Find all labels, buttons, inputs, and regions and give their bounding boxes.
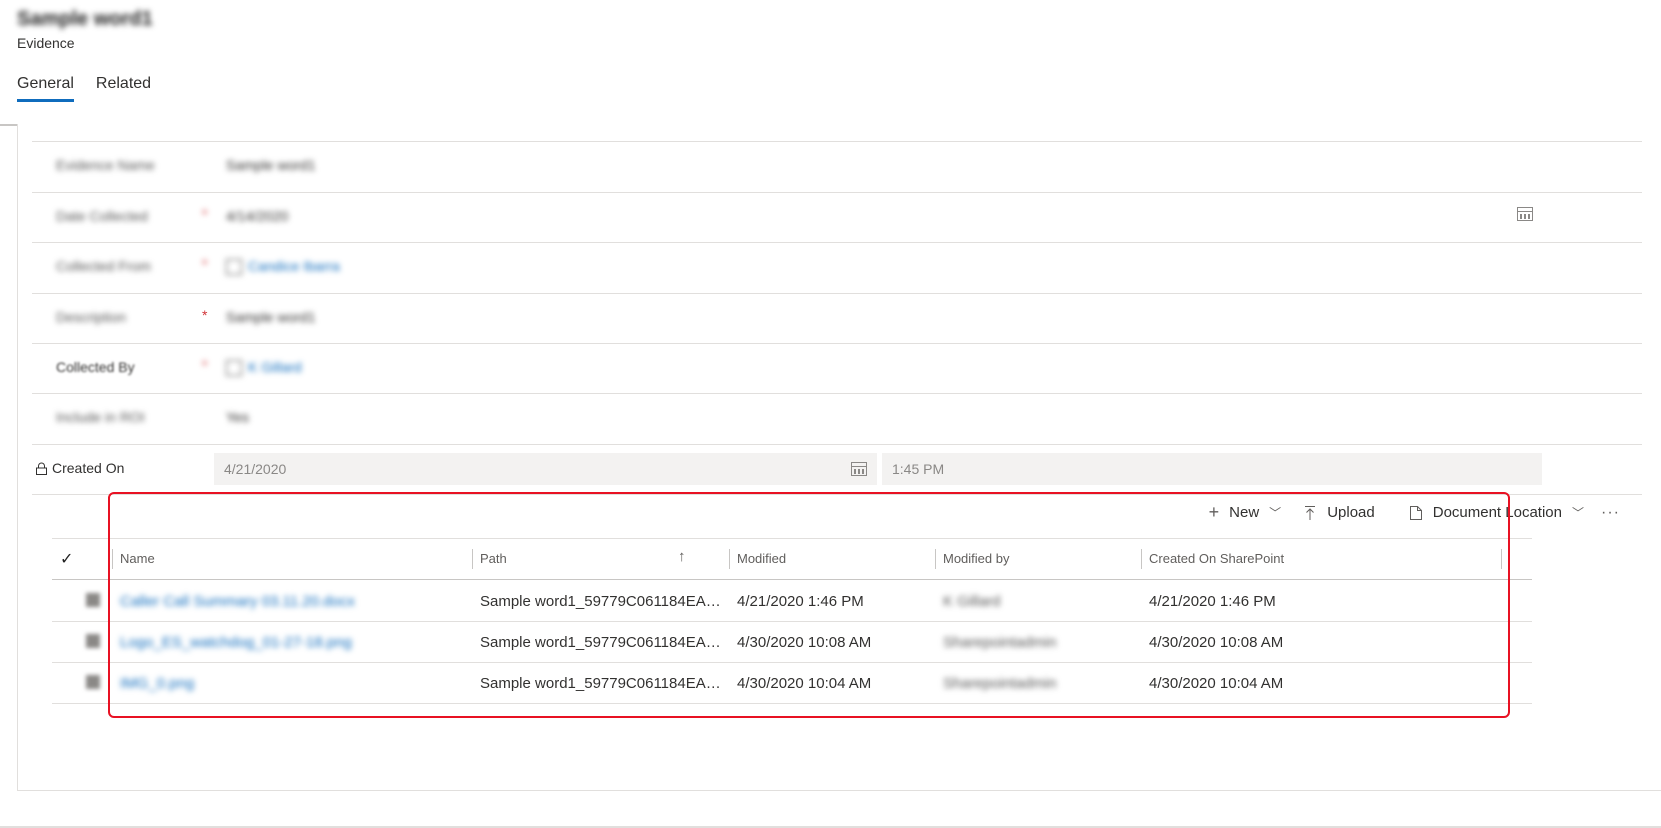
document-created: 4/21/2020 1:46 PM xyxy=(1149,593,1276,610)
file-type-icon xyxy=(86,593,100,607)
column-header-path[interactable]: Path xyxy=(480,551,507,566)
calendar-icon xyxy=(851,462,867,476)
field-label: Description xyxy=(56,309,127,325)
document-name[interactable]: Caller Call Summary 03.11.20.docx xyxy=(120,593,355,610)
document-path: Sample word1_59779C061184EA… xyxy=(480,675,721,692)
field-label: Date Collected xyxy=(56,208,148,224)
record-entity-type: Evidence xyxy=(17,35,75,51)
field-label: Created On xyxy=(52,460,125,476)
column-separator xyxy=(472,549,473,569)
document-modified-by: Sharepointadmin xyxy=(943,675,1057,692)
select-all-checkmark-icon[interactable]: ✓ xyxy=(60,549,73,569)
document-location-button[interactable]: Document Location ﹀ xyxy=(1409,504,1584,521)
field-evidence-name[interactable]: Evidence Name Sample word1 xyxy=(32,141,1642,194)
field-description[interactable]: Description * Sample word1 xyxy=(32,293,1642,346)
document-name[interactable]: IMG_0.png xyxy=(120,675,194,692)
field-date-collected[interactable]: Date Collected * 4/14/2020 xyxy=(32,192,1642,245)
field-label: Evidence Name xyxy=(56,157,155,173)
required-indicator: * xyxy=(202,206,208,222)
field-collected-from[interactable]: Collected From * Candice Ibarra xyxy=(32,242,1642,295)
field-value[interactable]: 4/14/2020 xyxy=(226,208,288,224)
date-value: 4/21/2020 xyxy=(224,461,287,477)
upload-button[interactable]: Upload xyxy=(1303,504,1375,521)
subgrid-command-bar: + New ﹀ Upload Document Location ﹀ xyxy=(1209,502,1584,523)
document-created: 4/30/2020 10:08 AM xyxy=(1149,634,1284,651)
document-modified-by: K Gillard xyxy=(943,593,1001,610)
column-header-modified[interactable]: Modified xyxy=(737,551,786,566)
field-value[interactable]: Yes xyxy=(226,409,249,425)
form-tabs: General Related xyxy=(17,75,151,102)
file-type-icon xyxy=(86,675,100,689)
field-label: Collected From xyxy=(56,258,151,274)
table-row[interactable]: Caller Call Summary 03.11.20.docx Sample… xyxy=(52,581,1532,622)
document-path: Sample word1_59779C061184EA… xyxy=(480,634,721,651)
tab-related[interactable]: Related xyxy=(96,75,151,102)
document-name-link[interactable]: Logo_ES_watchdog_01-27-18.png xyxy=(120,634,352,651)
required-indicator: * xyxy=(202,307,208,323)
lookup-label[interactable]: K Gillard xyxy=(248,359,302,375)
time-value: 1:45 PM xyxy=(892,461,945,477)
more-commands-button[interactable]: ··· xyxy=(1601,504,1620,522)
new-label: New xyxy=(1229,504,1260,521)
created-on-label-group: Created On xyxy=(36,460,124,476)
lock-icon xyxy=(36,462,47,475)
calendar-icon[interactable] xyxy=(1517,207,1533,221)
document-created: 4/30/2020 10:04 AM xyxy=(1149,675,1284,692)
contact-icon xyxy=(226,259,242,276)
created-on-date: 4/21/2020 xyxy=(214,453,877,485)
document-icon xyxy=(1409,505,1422,520)
upload-label: Upload xyxy=(1327,504,1375,521)
field-value[interactable]: Sample word1 xyxy=(226,157,316,173)
table-row[interactable]: Logo_ES_watchdog_01-27-18.png Sample wor… xyxy=(52,622,1532,663)
document-path: Sample word1_59779C061184EA… xyxy=(480,593,721,610)
grid-header: ✓ Name Path ↑ Modified Modified by Creat… xyxy=(52,538,1532,580)
sort-ascending-icon: ↑ xyxy=(678,548,686,565)
record-header: Sample word1 Evidence General Related xyxy=(0,0,1661,126)
field-include-in-roi[interactable]: Include in ROI Yes xyxy=(32,393,1642,446)
field-created-on: Created On 4/21/2020 1:45 PM xyxy=(32,444,1642,497)
lookup-value[interactable]: Candice Ibarra xyxy=(226,258,340,276)
plus-icon: + xyxy=(1208,502,1220,522)
tab-general[interactable]: General xyxy=(17,75,74,102)
column-separator xyxy=(1141,549,1142,569)
required-indicator: * xyxy=(202,357,208,373)
table-row[interactable]: IMG_0.png Sample word1_59779C061184EA… 4… xyxy=(52,663,1532,704)
chevron-down-icon: ﹀ xyxy=(1571,506,1584,520)
user-icon xyxy=(226,360,242,377)
column-header-created-on-sharepoint[interactable]: Created On SharePoint xyxy=(1149,551,1284,566)
required-indicator: * xyxy=(202,256,208,272)
column-separator xyxy=(1501,549,1502,569)
column-header-name[interactable]: Name xyxy=(120,551,155,566)
created-on-time: 1:45 PM xyxy=(882,453,1542,485)
upload-icon xyxy=(1305,505,1316,520)
lookup-label[interactable]: Candice Ibarra xyxy=(248,258,340,274)
column-separator xyxy=(729,549,730,569)
divider xyxy=(32,494,1642,495)
column-header-modified-by[interactable]: Modified by xyxy=(943,551,1009,566)
document-modified: 4/30/2020 10:08 AM xyxy=(737,634,872,651)
document-name[interactable]: Logo_ES_watchdog_01-27-18.png xyxy=(120,634,352,651)
document-modified: 4/30/2020 10:04 AM xyxy=(737,675,872,692)
new-button[interactable]: + New ﹀ xyxy=(1209,502,1282,523)
document-modified: 4/21/2020 1:46 PM xyxy=(737,593,864,610)
file-type-icon xyxy=(86,634,100,648)
field-collected-by[interactable]: Collected By * K Gillard xyxy=(32,343,1642,396)
record-title: Sample word1 xyxy=(17,8,153,30)
lookup-value[interactable]: K Gillard xyxy=(226,359,302,377)
field-value[interactable]: Sample word1 xyxy=(226,309,316,325)
document-name-link[interactable]: Caller Call Summary 03.11.20.docx xyxy=(120,593,355,610)
documents-subgrid: + New ﹀ Upload Document Location ﹀ ··· ✓… xyxy=(32,494,1642,714)
chevron-down-icon: ﹀ xyxy=(1269,506,1282,520)
column-separator xyxy=(935,549,936,569)
document-modified-by: Sharepointadmin xyxy=(943,634,1057,651)
column-separator xyxy=(112,549,113,569)
field-label: Collected By xyxy=(56,359,135,375)
document-location-label: Document Location xyxy=(1432,504,1562,521)
document-name-link[interactable]: IMG_0.png xyxy=(120,675,194,692)
field-label: Include in ROI xyxy=(56,409,145,425)
